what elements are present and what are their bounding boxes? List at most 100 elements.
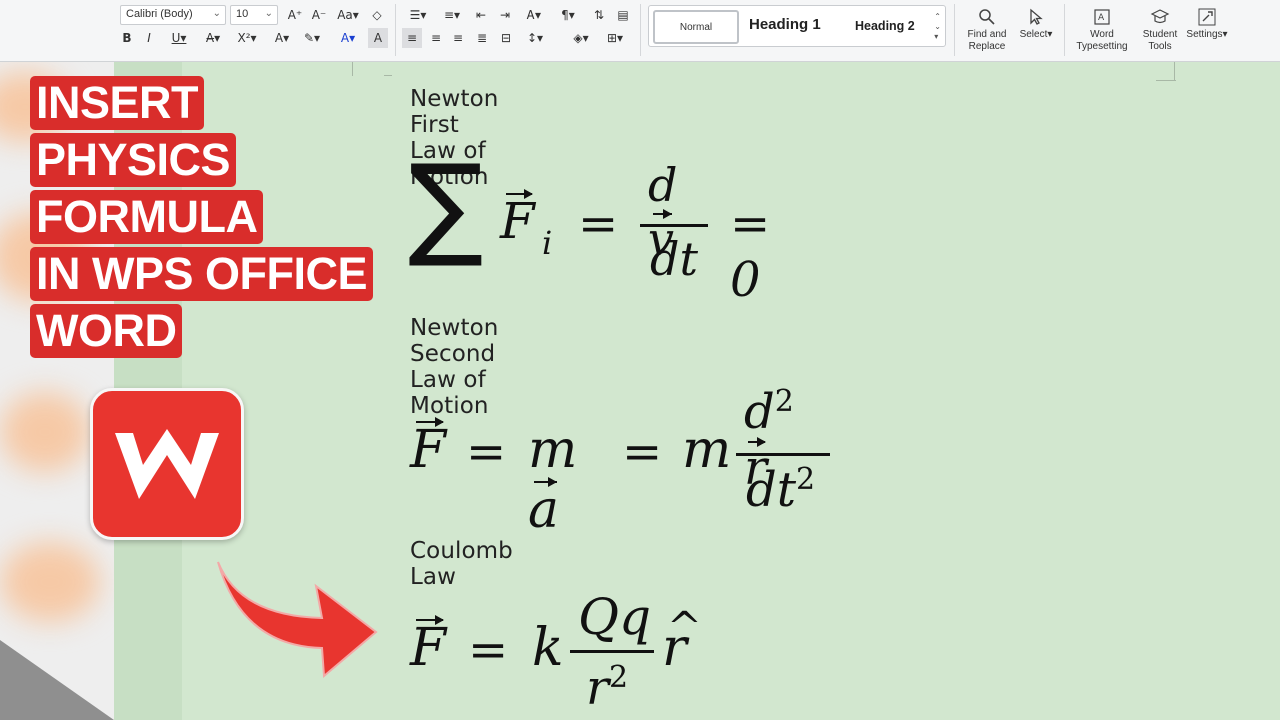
student-tools-button[interactable]: Student Tools [1138,8,1182,53]
decor-blob [0,392,90,472]
promo-headline: INSERT PHYSICS FORMULA IN WPS OFFICE WOR… [30,76,373,361]
font-name-value: Calibri (Body) [126,8,193,20]
paragraph-mark-icon[interactable]: ¶▾ [554,5,582,25]
wps-logo [90,388,244,540]
font-color-icon[interactable]: A▾ [268,28,296,48]
equals-sign: = [578,196,619,252]
formula-denominator: dt [650,232,698,286]
equals-sign: = 0 [730,196,771,308]
change-case-icon[interactable]: Aa▾ [334,5,362,25]
shrink-font-icon[interactable]: A⁻ [308,5,330,25]
word-typesetting-button[interactable]: A Word Typesetting [1072,8,1132,53]
search-icon [979,9,995,25]
margin-corner-mark [1174,62,1175,80]
formula-term: F [410,416,447,480]
select-label: Select [1019,29,1048,40]
settings-button[interactable]: Settings▾ [1184,8,1230,41]
typesetting-icon: A [1094,9,1110,25]
wrench-icon [1198,8,1216,26]
headline-line: PHYSICS [30,133,237,187]
equals-sign: = [622,424,663,480]
formula-term: m [682,420,732,480]
select-button[interactable]: Select▾ [1014,8,1058,41]
text-color-icon[interactable]: A▾ [334,28,362,48]
wps-w-icon [115,429,219,499]
cursor-icon [1030,8,1043,25]
formula-term: F [410,614,447,678]
margin-corner-mark [352,62,353,76]
grow-font-icon[interactable]: A⁺ [284,5,306,25]
equals-sign: = [468,622,509,678]
section-heading: Newton Second Law of Motion [410,315,499,419]
chevron-down-icon: ▾ [1222,29,1228,40]
align-right-icon[interactable]: ≡ [448,28,468,48]
underline-icon[interactable]: U▾ [166,28,192,48]
styles-scroll-icon[interactable]: ⌃ ⌄ ▾ [934,12,941,42]
font-size-value: 10 [236,8,249,20]
styles-gallery: Normal Heading 1 Heading 2 ⌃ ⌄ ▾ [648,5,946,47]
strikethrough-icon[interactable]: A̶▾ [200,28,226,48]
highlight-icon[interactable]: ✎▾ [300,28,324,48]
formula-numerator: Qq [578,588,651,646]
word-typesetting-label: Word Typesetting [1076,29,1128,52]
style-heading-1[interactable]: Heading 1 [749,16,821,33]
formula-denominator: r2 [586,660,629,716]
formula-term: F [500,189,535,250]
borders-icon[interactable]: ⊞▾ [600,28,630,48]
fraction-bar [570,650,654,653]
ribbon-toolbar: Calibri (Body) ⌄ 10 ⌄ A⁺ A⁻ Aa▾ ◇ B I U▾ A… [0,0,1280,62]
headline-line: INSERT [30,76,205,130]
line-spacing-icon[interactable]: ↕▾ [520,28,550,48]
svg-text:A: A [1098,13,1105,23]
font-size-select[interactable]: 10 ⌄ [230,5,278,25]
graduation-cap-icon [1150,9,1170,24]
headline-line: WORD [30,304,183,358]
sum-symbol: ∑ [408,141,484,271]
formula-term: k [532,618,564,678]
table-icon[interactable]: ▤ [612,5,634,25]
increase-indent-icon[interactable]: ⇥ [494,5,516,25]
formula-term: ma [528,420,578,540]
section-heading: Coulomb Law [410,538,513,590]
style-normal[interactable]: Normal [653,10,739,44]
settings-label: Settings [1186,29,1223,40]
text-direction-icon[interactable]: Ꭺ▾ [520,5,548,25]
clear-format-icon[interactable]: ◇ [366,5,388,25]
headline-line: IN WPS OFFICE [30,247,373,301]
justify-icon[interactable]: ≣ [472,28,492,48]
separator [954,4,955,56]
shading-icon[interactable]: ◈▾ [566,28,596,48]
numbering-icon[interactable]: ≡▾ [438,5,466,25]
decrease-indent-icon[interactable]: ⇤ [470,5,492,25]
chevron-down-icon: ⌄ [264,8,273,19]
decor-blob [0,542,100,622]
fraction-bar [640,224,708,227]
fraction-bar [736,453,830,456]
headline-line: FORMULA [30,190,264,244]
find-replace-button[interactable]: Find and Replace [962,8,1012,53]
formula-subscript: i [542,224,553,262]
sort-icon[interactable]: ⇅ [588,5,610,25]
student-tools-label: Student Tools [1142,29,1178,52]
separator [1064,4,1065,56]
character-shading-icon[interactable]: A [368,28,388,48]
margin-corner-mark [384,75,392,76]
superscript-icon[interactable]: X²▾ [232,28,262,48]
find-replace-label: Find and Replace [967,29,1007,52]
align-center-icon[interactable]: ≡ [426,28,446,48]
formula-term: r [662,602,702,678]
chevron-down-icon: ⌄ [212,8,221,19]
equals-sign: = [466,424,507,480]
italic-icon[interactable]: I [140,28,158,48]
distributed-icon[interactable]: ⊟ [496,28,516,48]
font-name-select[interactable]: Calibri (Body) ⌄ [120,5,226,25]
separator [640,4,641,56]
decor-corner [0,640,114,720]
bullets-icon[interactable]: ☰▾ [404,5,432,25]
align-left-icon[interactable]: ≡ [402,28,422,48]
bold-icon[interactable]: B [118,28,136,48]
chevron-down-icon: ▾ [1047,29,1053,40]
red-arrow-icon [217,561,378,679]
formula-denominator: dt2 [746,462,816,518]
style-heading-2[interactable]: Heading 2 [855,19,915,33]
